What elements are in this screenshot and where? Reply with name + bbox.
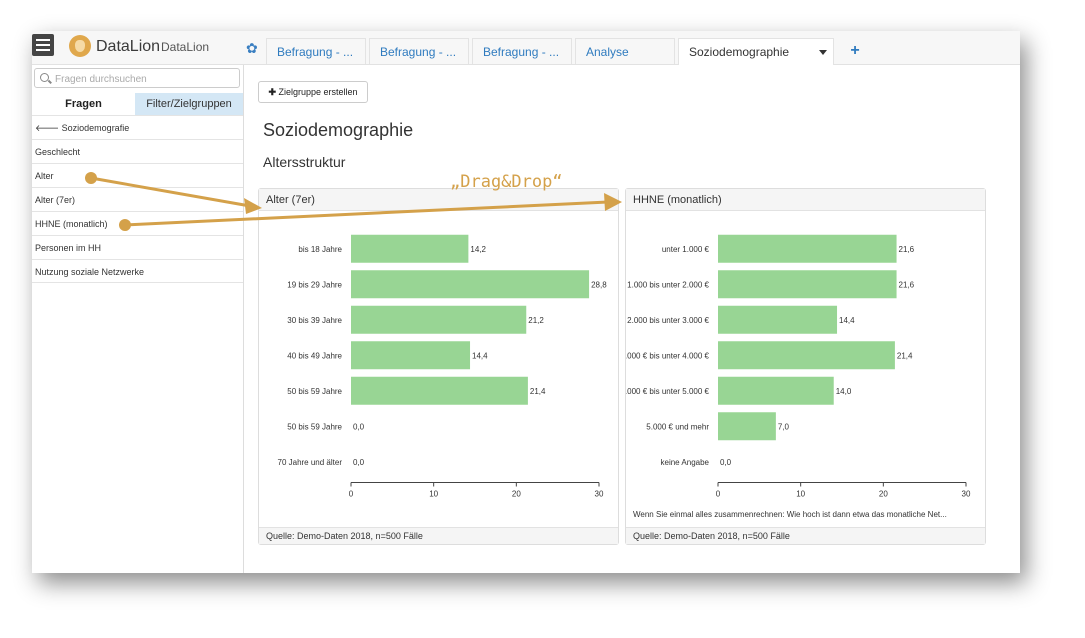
category-label: 40 bis 49 Jahre — [287, 351, 342, 360]
data-label: 0,0 — [353, 458, 365, 467]
question-note: Wenn Sie einmal alles zusammenrechnen: W… — [633, 510, 947, 519]
tab-analyse[interactable]: Analyse — [575, 38, 675, 64]
tab-soziodemographie-label: Soziodemographie — [689, 45, 790, 59]
tick-label: 10 — [429, 490, 438, 499]
bar — [351, 234, 469, 263]
data-label: 14,0 — [836, 387, 852, 396]
tick-label: 20 — [879, 490, 888, 499]
category-label: 30 bis 39 Jahre — [287, 316, 342, 325]
card-title: HHNE (monatlich) — [626, 189, 985, 211]
bar — [351, 270, 590, 299]
sidebar-item-nutzung-soziale-netzwerke[interactable]: Nutzung soziale Netzwerke — [32, 259, 243, 283]
chart-card-alter: Alter (7er) bis 18 Jahre 14,2 19 bis 29 Ja… — [258, 188, 619, 545]
chart-card-hhne: HHNE (monatlich) unter 1.000 € 21,6 1.000 … — [625, 188, 986, 545]
drag-drop-annotation: „Drag&Drop“ — [450, 172, 563, 192]
sidebar-item-alter-7er[interactable]: Alter (7er) — [32, 187, 243, 211]
tick-label: 10 — [796, 490, 805, 499]
brand-name: DataLion — [96, 38, 161, 55]
data-label: 14,2 — [470, 245, 486, 254]
category-label: 50 bis 59 Jahre — [287, 422, 342, 431]
sidebar-item-personen-im-hh[interactable]: Personen im HH — [32, 235, 243, 259]
category-label: 3.000 € bis unter 4.000 € — [626, 351, 710, 360]
tab-fragen[interactable]: Fragen — [32, 93, 135, 115]
tick-label: 30 — [595, 490, 604, 499]
bar — [718, 376, 834, 405]
category-label: 2.000 bis unter 3.000 € — [627, 316, 709, 325]
data-label: 21,6 — [899, 245, 915, 254]
bar — [351, 341, 471, 370]
search-icon — [40, 73, 49, 82]
category-label: 50 bis 59 Jahre — [287, 387, 342, 396]
plus-icon: ✚ — [268, 87, 276, 97]
sidebar-item-hhne[interactable]: HHNE (monatlich) — [32, 211, 243, 235]
menu-icon[interactable] — [32, 34, 54, 56]
bar — [718, 305, 838, 334]
data-label: 0,0 — [720, 458, 732, 467]
bar — [718, 412, 776, 441]
search-box — [34, 68, 240, 88]
create-target-group-label: Zielgruppe erstellen — [278, 87, 358, 97]
category-label: bis 18 Jahre — [298, 245, 342, 254]
bar-chart-alter: bis 18 Jahre 14,2 19 bis 29 Jahre 28,8 30 bi… — [278, 234, 607, 499]
tab-befragung-3[interactable]: Befragung - ... — [472, 38, 572, 64]
bar — [718, 234, 897, 263]
sidebar-item-geschlecht[interactable]: Geschlecht — [32, 139, 243, 163]
bar — [718, 341, 895, 370]
top-bar: DataLion DataLion ✿ Befragung - ... Befr… — [32, 31, 1020, 65]
data-label: 14,4 — [839, 316, 855, 325]
sidebar-item-alter[interactable]: Alter — [32, 163, 243, 187]
category-label: 5.000 € und mehr — [646, 422, 709, 431]
data-label: 21,4 — [530, 387, 546, 396]
data-label: 21,4 — [897, 351, 913, 360]
gear-icon[interactable]: ✿ — [246, 40, 258, 57]
data-label: 21,2 — [528, 316, 544, 325]
sidebar: Fragen Filter/Zielgruppen 🡐 Soziodemogra… — [32, 65, 244, 573]
page-title: Soziodemographie — [263, 120, 414, 140]
chevron-down-icon[interactable] — [819, 50, 827, 55]
sidebar-back-item[interactable]: 🡐 Soziodemografie — [32, 115, 243, 139]
card-footer: Quelle: Demo-Daten 2018, n=500 Fälle — [259, 527, 618, 544]
tab-befragung-1[interactable]: Befragung - ... — [266, 38, 366, 64]
data-label: 7,0 — [778, 422, 790, 431]
sidebar-tabs: Fragen Filter/Zielgruppen — [32, 93, 243, 115]
bar — [351, 305, 527, 334]
tick-label: 0 — [716, 490, 721, 499]
create-target-group-button[interactable]: ✚ Zielgruppe erstellen — [258, 81, 368, 103]
lion-logo-icon — [69, 35, 91, 57]
data-label: 14,4 — [472, 351, 488, 360]
card-footer: Quelle: Demo-Daten 2018, n=500 Fälle — [626, 527, 985, 544]
section-title: Altersstruktur — [263, 154, 346, 170]
app-window: DataLion DataLion ✿ Befragung - ... Befr… — [32, 31, 1020, 573]
category-label: 1.000 bis unter 2.000 € — [627, 280, 709, 289]
tab-filter-zielgruppen[interactable]: Filter/Zielgruppen — [135, 93, 243, 115]
brand-subtitle: DataLion — [161, 40, 210, 54]
tick-label: 0 — [349, 490, 354, 499]
add-tab-button[interactable]: + — [840, 39, 870, 64]
category-label: 19 bis 29 Jahre — [287, 280, 342, 289]
arrow-left-icon: 🡐 — [35, 123, 60, 133]
main-content: ✚ Zielgruppe erstellen Soziodemographie … — [244, 65, 1020, 573]
category-label: keine Angabe — [661, 458, 710, 467]
search-input[interactable] — [53, 71, 237, 87]
tab-soziodemographie[interactable]: Soziodemographie — [678, 38, 834, 65]
tick-label: 30 — [962, 490, 971, 499]
bar — [718, 270, 897, 299]
card-title: Alter (7er) — [259, 189, 618, 211]
tab-befragung-2[interactable]: Befragung - ... — [369, 38, 469, 64]
category-label: unter 1.000 € — [662, 245, 710, 254]
bar — [351, 376, 528, 405]
sidebar-back-label: Soziodemografie — [61, 123, 130, 133]
category-label: 4.000 € bis unter 5.000 € — [626, 387, 710, 396]
data-label: 0,0 — [353, 422, 365, 431]
bar-chart-hhne: unter 1.000 € 21,6 1.000 bis unter 2.000 €… — [626, 234, 971, 499]
data-label: 21,6 — [899, 280, 915, 289]
category-label: 70 Jahre und älter — [278, 458, 343, 467]
data-label: 28,8 — [591, 280, 607, 289]
tick-label: 20 — [512, 490, 521, 499]
